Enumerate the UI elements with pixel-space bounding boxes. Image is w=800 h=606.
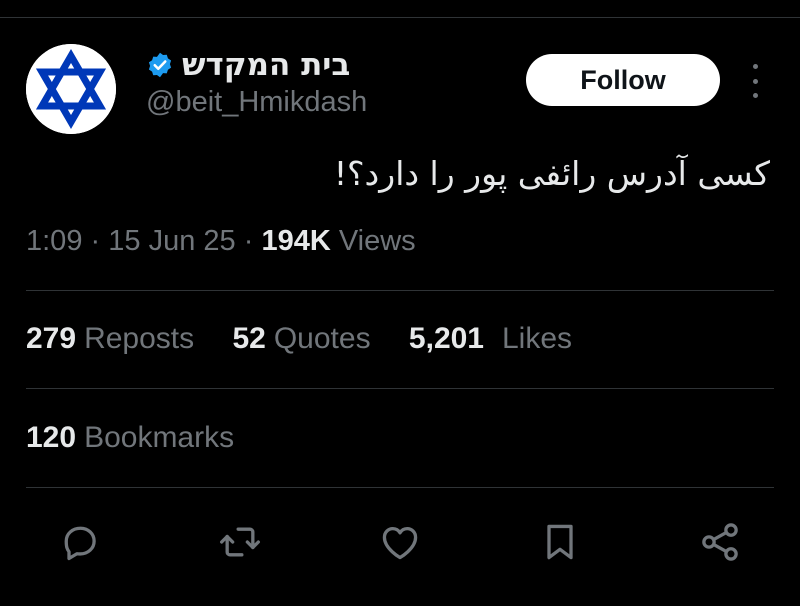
meta-separator: · [243, 225, 254, 257]
tweet-time[interactable]: 1:09 [26, 225, 82, 257]
reposts-count: 279 [26, 322, 77, 355]
divider [26, 487, 774, 488]
meta-separator: · [90, 225, 101, 257]
bookmark-icon [547, 524, 573, 560]
divider [26, 388, 774, 389]
views-count: 194K [261, 225, 331, 257]
bookmarks-label: Bookmarks [84, 421, 235, 454]
star-of-david-flag-icon [26, 44, 116, 134]
like-icon [382, 526, 418, 560]
follow-button[interactable]: Follow [526, 54, 720, 106]
reposts-stat[interactable]: 279 Reposts [26, 322, 194, 355]
likes-count: 5,201 [408, 322, 484, 355]
repost-button[interactable] [216, 518, 264, 566]
tweet-date[interactable]: 15 Jun 25 [108, 225, 235, 257]
reply-icon [64, 526, 96, 561]
top-divider [0, 17, 800, 18]
likes-label: Likes [502, 322, 573, 355]
more-options-icon[interactable] [744, 64, 766, 98]
reposts-label: Reposts [84, 322, 195, 355]
quotes-label: Quotes [273, 322, 371, 355]
share-icon [702, 523, 738, 561]
repost-icon [220, 527, 260, 557]
bookmarks-stat[interactable]: 120 Bookmarks [26, 421, 234, 455]
reply-button[interactable] [56, 518, 104, 566]
bookmarks-count: 120 [26, 421, 77, 454]
verified-badge-icon [148, 52, 172, 78]
like-button[interactable] [376, 518, 424, 566]
tweet-text: کسی آدرس رائفی پور را دارد؟! [333, 154, 770, 193]
likes-stat[interactable]: 5,201 Likes [409, 322, 572, 355]
engagement-stats: 279 Reposts 52 Quotes 5,201 Likes [26, 322, 602, 356]
author-name-row[interactable]: בית המקדש [146, 47, 350, 83]
action-bar [0, 518, 800, 568]
quotes-stat[interactable]: 52 Quotes [232, 322, 370, 355]
avatar[interactable] [26, 44, 116, 134]
quotes-count: 52 [232, 322, 266, 355]
author-handle[interactable]: @beit_Hmikdash [146, 86, 367, 119]
share-button[interactable] [696, 518, 744, 566]
tweet-meta: 1:09 · 15 Jun 25 · 194K Views [26, 225, 416, 258]
divider [26, 290, 774, 291]
author-display-name[interactable]: בית המקדש [182, 47, 350, 83]
bookmark-button[interactable] [536, 518, 584, 566]
views-label: Views [338, 225, 416, 257]
